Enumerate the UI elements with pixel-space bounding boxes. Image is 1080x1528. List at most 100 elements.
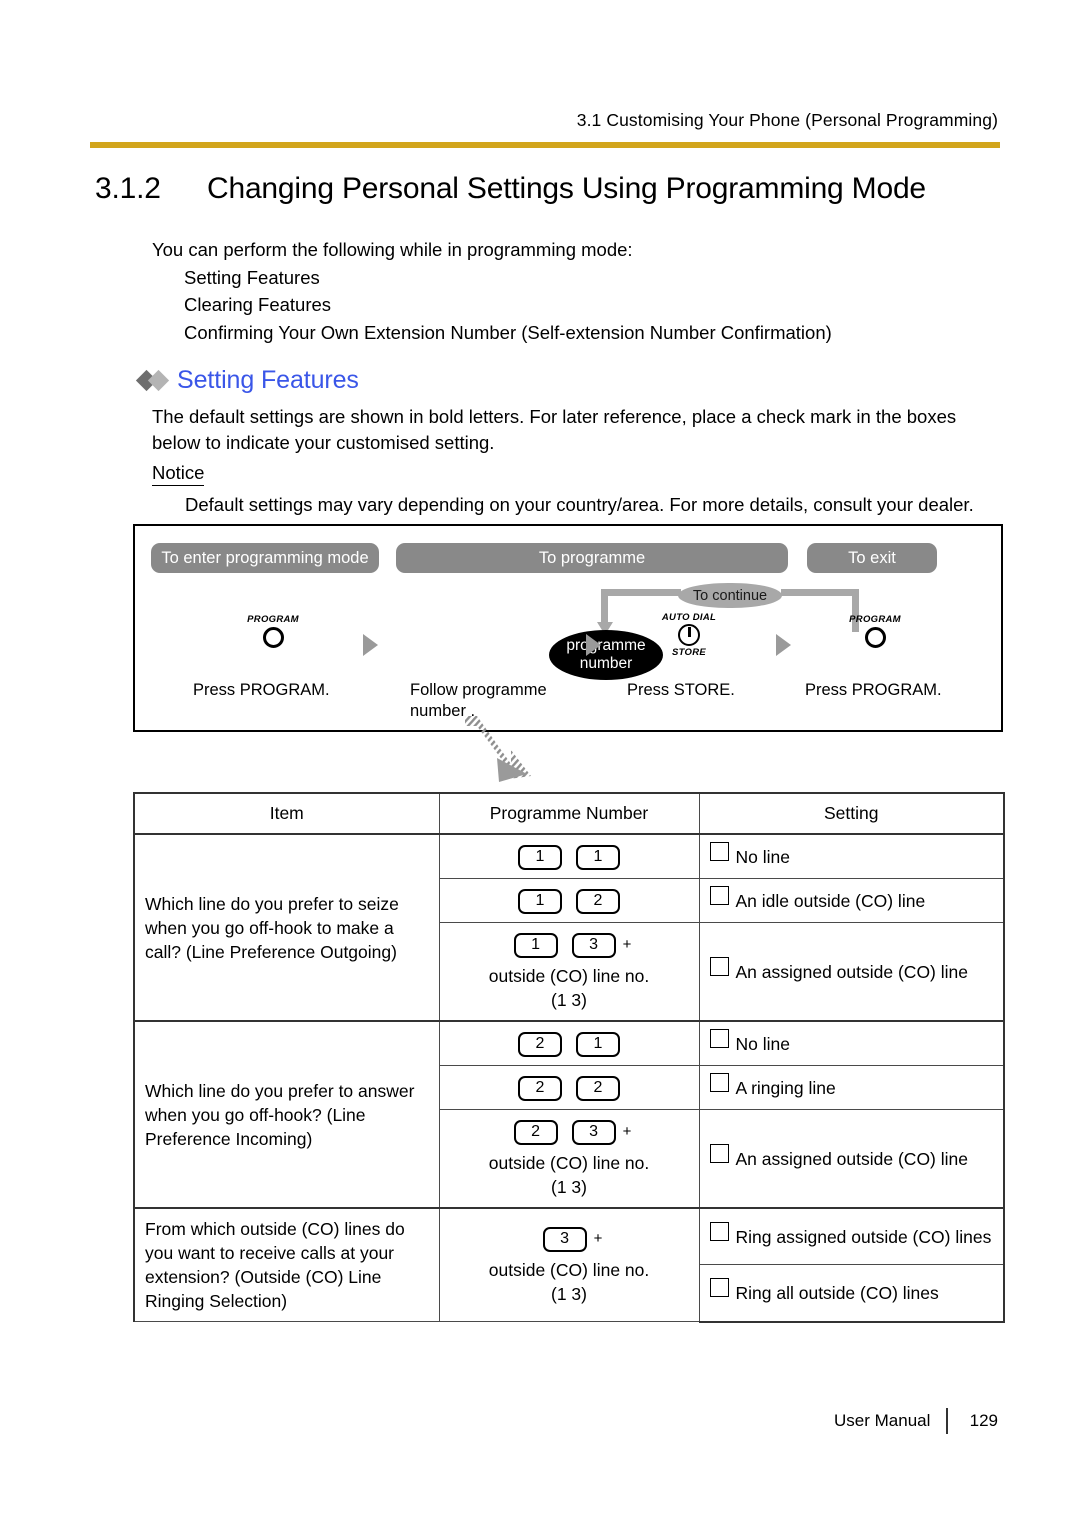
programme-number-range: (1 3) [551,1177,587,1197]
notice-label: Notice [152,462,205,486]
setting-checkbox[interactable] [709,885,729,905]
key-button: 2 [518,1032,562,1057]
program-key-icon-1: PROGRAM [238,614,308,648]
programme-number-oval: programme number [549,630,663,680]
key-button: 3 [571,933,616,958]
page-footer: User Manual 129 [0,1408,1080,1434]
continue-connector-left-horizontal [601,589,681,596]
setting-cell: An assigned outside (CO) line [698,1109,1005,1209]
subheading-label: Setting Features [177,366,359,394]
setting-label: A ringing line [735,1077,836,1098]
setting-cell: No line [698,1020,1005,1066]
flow-arrow-2-icon [586,634,601,656]
column-header-setting: Setting [698,792,1005,835]
header-rule [90,142,1000,148]
key-button: 2 [513,1120,558,1145]
intro-item-1: Clearing Features [184,294,332,315]
programming-flow-diagram: To enter programming mode To programme T… [133,524,1003,782]
intro-item-2: Confirming Your Own Extension Number (Se… [184,321,832,343]
setting-cell: An idle outside (CO) line [698,878,1005,923]
key-button: 1 [518,889,562,914]
setting-cell: An assigned outside (CO) line [698,922,1005,1022]
programme-number-line-2: number [579,655,633,672]
programme-number-cell: 1 3 + outside (CO) line no. (1 3) [438,922,700,1022]
programme-number-cell: 21 [438,1020,700,1066]
item-cell-line-preference-incoming: Which line do you prefer to answer when … [133,1020,440,1209]
intro-block: You can perform the following while in p… [152,236,982,346]
programme-number-cell: 2 3 + outside (CO) line no. (1 3) [438,1109,700,1209]
key-button: 3 [571,1120,616,1145]
key-button: 1 [576,845,620,870]
programme-number-note: outside (CO) line no. [488,966,650,986]
key-button: 2 [576,1076,620,1101]
programme-number-note: outside (CO) line no. [488,1153,650,1173]
column-header-item: Item [133,792,440,835]
setting-label: No line [735,1033,790,1054]
setting-checkbox[interactable] [709,1221,729,1241]
hatched-diagonal-arrow-icon [465,716,531,782]
setting-label: No line [735,846,790,867]
flow-banner-programme: To programme [396,543,788,573]
plus-sign: + [622,936,632,953]
flow-banner-enter: To enter programming mode [151,543,379,573]
setting-label: An assigned outside (CO) line [735,961,968,982]
setting-cell: A ringing line [698,1065,1005,1110]
key-button: 2 [576,889,620,914]
footer-divider [946,1408,948,1434]
programme-number-note: outside (CO) line no. [488,1259,650,1280]
key-button: 1 [513,933,558,958]
plus-sign: + [622,1123,632,1140]
program-key-label-2: PROGRAM [849,614,901,625]
plus-sign: + [593,1229,603,1247]
setting-cell: No line [698,833,1005,879]
item-cell-outside-line-ringing-selection: From which outside (CO) lines do you wan… [133,1207,440,1322]
programme-number-range: (1 3) [551,990,587,1010]
programme-number-cell: 3 + outside (CO) line no. (1 3) [438,1207,700,1322]
programme-number-cell: 11 [438,833,700,879]
program-key-icon-2: PROGRAM [840,614,910,648]
section-number: 3.1.2 [95,172,161,205]
footer-page-number: 129 [969,1411,998,1430]
setting-label: Ring all outside (CO) lines [735,1282,939,1303]
footer-manual-label: User Manual [834,1411,931,1430]
setting-cell: Ring all outside (CO) lines [698,1264,1005,1323]
subheading-setting-features: Setting Features [135,366,359,395]
continue-connector-right-horizontal [781,589,859,596]
setting-checkbox[interactable] [709,1277,729,1297]
key-button: 1 [518,845,562,870]
setting-label: An assigned outside (CO) line [735,1148,968,1169]
section-title-text: Changing Personal Settings Using Program… [207,172,926,205]
program-key-ring-icon-2 [864,627,886,648]
setting-checkbox[interactable] [709,1143,729,1163]
table-row: From which outside (CO) lines do you wan… [133,1207,1005,1322]
programme-number-range: (1 3) [551,1283,587,1304]
key-button: 1 [576,1032,620,1057]
intro-paragraph: The default settings are shown in bold l… [152,406,957,453]
key-button: 3 [542,1226,587,1252]
to-continue-label: To continue [678,583,782,608]
flow-caption-2: Follow programme number . [410,681,547,720]
diamond-bullet-light-icon [147,369,170,392]
programme-number-cell: 22 [438,1065,700,1110]
page-title: 3.1.2 Changing Personal Settings Using Pr… [95,172,1020,206]
program-key-label-1: PROGRAM [247,614,299,625]
programme-number-cell: 12 [438,878,700,923]
table-row: Which line do you prefer to seize when y… [133,833,1005,1022]
running-header: 3.1 Customising Your Phone (Personal Pro… [576,110,998,130]
table-header-row: Item Programme Number Setting [133,792,1005,835]
setting-label: An idle outside (CO) line [735,890,926,911]
setting-checkbox[interactable] [709,956,729,976]
flow-caption-1: Press PROGRAM. [193,681,330,699]
store-key-bottom-label: STORE [671,647,707,658]
setting-checkbox[interactable] [709,1028,729,1048]
item-cell-line-preference-outgoing: Which line do you prefer to seize when y… [133,833,440,1022]
table-row: Which line do you prefer to answer when … [133,1020,1005,1209]
setting-checkbox[interactable] [709,1072,729,1092]
setting-checkbox[interactable] [709,841,729,861]
store-key-icon: AUTO DIAL STORE [648,612,730,658]
intro-item-0: Setting Features [184,266,320,288]
notice-text: Default settings may vary depending on y… [185,494,974,515]
setting-label: Ring assigned outside (CO) lines [735,1226,992,1247]
column-header-programme-number: Programme Number [438,792,700,835]
key-button: 2 [518,1076,562,1101]
